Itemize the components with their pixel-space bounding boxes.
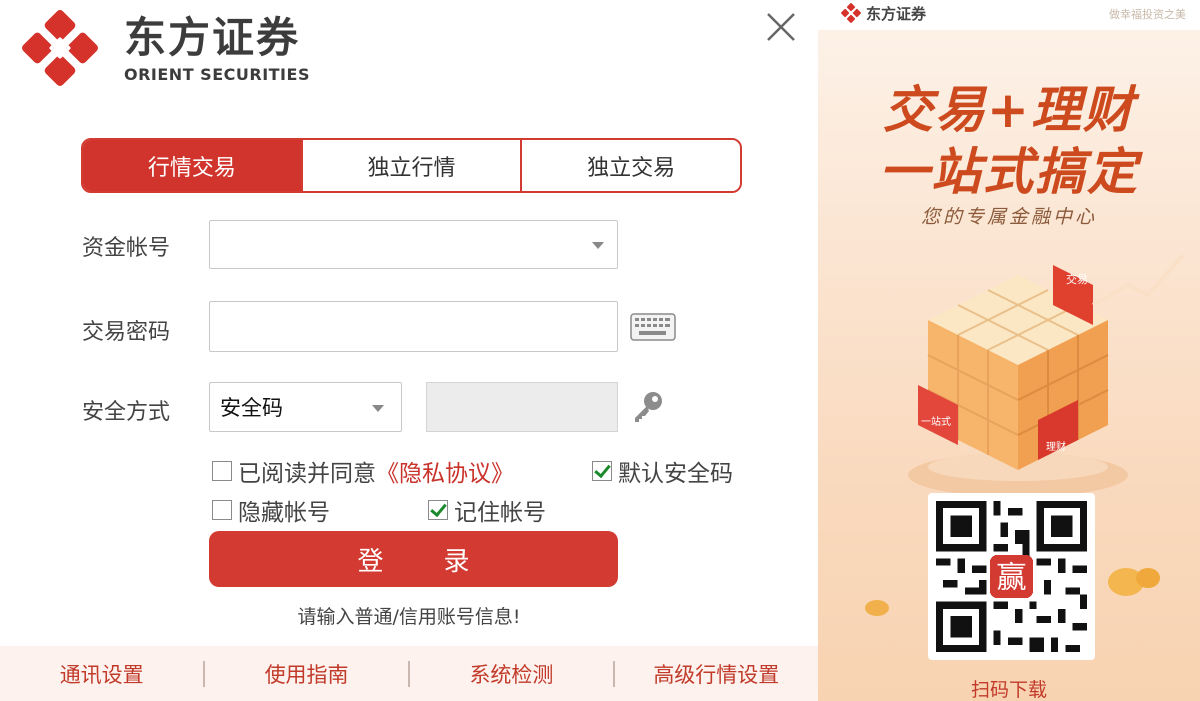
trend-arrow-icon <box>1092 253 1185 307</box>
advanced-market-settings-link[interactable]: 高级行情设置 <box>615 659 818 689</box>
security-method-select[interactable]: 安全码 <box>209 382 402 432</box>
app-badge-text: 赢 <box>996 560 1026 595</box>
scan-download-label[interactable]: 扫码下载 <box>818 675 1200 701</box>
bottom-toolbar: 通讯设置 使用指南 系统检测 高级行情设置 <box>0 646 818 701</box>
hide-account-checkbox-box[interactable] <box>212 500 232 520</box>
security-label: 安全方式 <box>82 400 171 425</box>
ad-logo: 东方证券 <box>840 2 926 24</box>
login-button[interactable]: 登录 <box>209 531 618 587</box>
login-panel: 东方证券 ORIENT SECURITIES 行情交易 独立行情 独立交易 资金… <box>0 0 818 701</box>
ad-logo-text: 东方证券 <box>866 4 927 23</box>
tab-trade-only[interactable]: 独立交易 <box>520 140 740 191</box>
password-input[interactable] <box>210 302 617 351</box>
ad-tagline: 做幸福投资之美 <box>1109 8 1186 21</box>
hide-account-label: 隐藏帐号 <box>238 500 330 526</box>
qr-code-icon: 赢 <box>936 501 1087 652</box>
user-guide-link[interactable]: 使用指南 <box>205 659 408 689</box>
coin-icon <box>865 600 889 616</box>
security-method-value: 安全码 <box>220 396 283 420</box>
remember-account-checkbox[interactable]: 记住帐号 <box>428 493 546 527</box>
remember-account-label: 记住帐号 <box>454 500 546 526</box>
ad-headline-2: 一站式搞定 <box>879 143 1139 201</box>
agree-label: 已阅读并同意 <box>238 461 376 487</box>
account-input[interactable] <box>210 221 617 268</box>
cube-label-onestop: 一站式 <box>921 415 951 428</box>
default-code-checkbox-box[interactable] <box>592 461 612 481</box>
mode-tabs: 行情交易 独立行情 独立交易 <box>81 138 742 193</box>
hide-account-checkbox[interactable]: 隐藏帐号 <box>212 493 330 527</box>
brand-name-cn: 东方证券 <box>124 12 301 62</box>
password-label: 交易密码 <box>82 320 171 345</box>
security-code-field[interactable] <box>426 382 618 432</box>
tab-market-trade[interactable]: 行情交易 <box>83 140 301 191</box>
password-field[interactable] <box>209 301 618 352</box>
default-code-label: 默认安全码 <box>618 461 733 487</box>
account-label: 资金帐号 <box>82 236 171 261</box>
default-code-checkbox[interactable]: 默认安全码 <box>592 454 733 488</box>
chevron-down-icon[interactable] <box>592 242 604 249</box>
agree-checkbox-box[interactable] <box>212 461 232 481</box>
comm-settings-link[interactable]: 通讯设置 <box>0 659 203 689</box>
qr-code: 赢 <box>928 493 1095 660</box>
brand-logo: 东方证券 ORIENT SECURITIES <box>18 6 310 90</box>
keyboard-icon[interactable] <box>630 313 676 341</box>
cube-label-trade: 交易 <box>1066 272 1088 286</box>
account-select[interactable] <box>209 220 618 269</box>
orient-logo-icon <box>22 10 98 86</box>
ad-header: 东方证券 做幸福投资之美 <box>818 0 1200 30</box>
chevron-down-icon[interactable] <box>372 405 384 412</box>
cube-label-finance: 理财 <box>1046 440 1066 453</box>
system-check-link[interactable]: 系统检测 <box>410 659 613 689</box>
coin-icon <box>1108 568 1160 596</box>
agree-checkbox[interactable]: 已阅读并同意 《隐私协议》 <box>212 454 514 488</box>
remember-account-checkbox-box[interactable] <box>428 500 448 520</box>
orient-logo-icon <box>841 3 861 23</box>
privacy-link[interactable]: 《隐私协议》 <box>376 454 514 488</box>
close-icon[interactable] <box>764 10 798 44</box>
ad-subline: 您的专属金融中心 <box>920 206 1097 228</box>
key-icon[interactable] <box>632 390 664 424</box>
account-hint: 请输入普通/信用账号信息! <box>297 606 521 628</box>
brand-name-en: ORIENT SECURITIES <box>124 64 310 84</box>
tab-market-only[interactable]: 独立行情 <box>300 140 521 191</box>
